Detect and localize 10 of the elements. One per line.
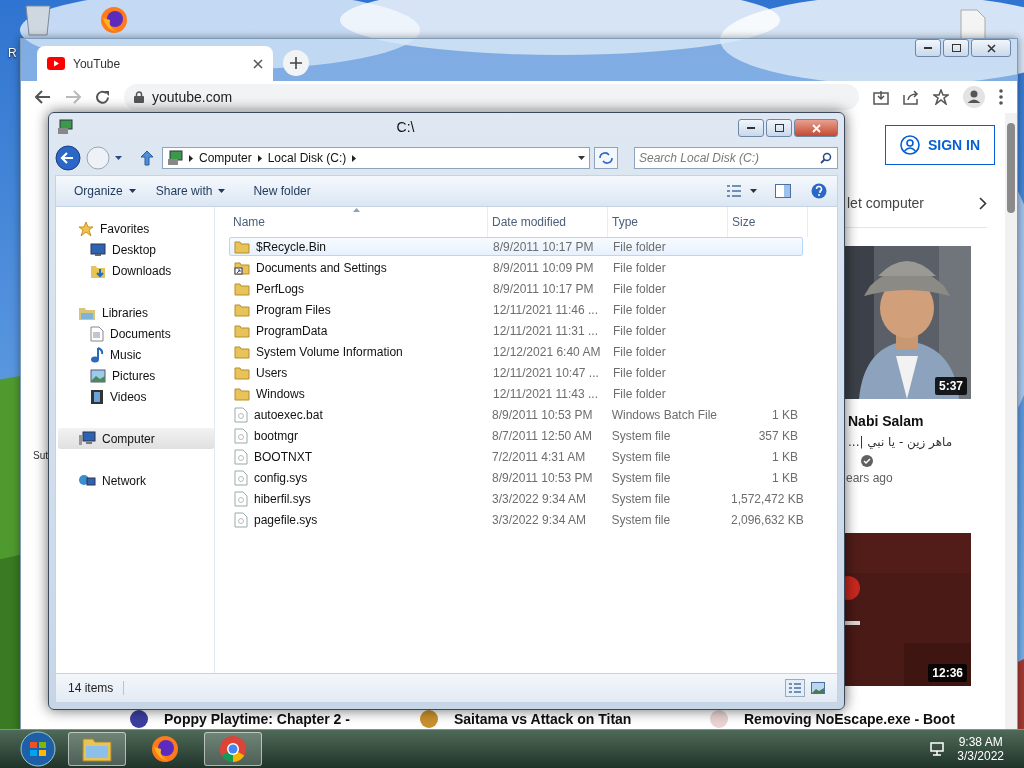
clock-time: 9:38 AM [958, 735, 1003, 749]
fox-globe-icon [151, 735, 179, 763]
start-button[interactable] [18, 731, 58, 767]
clock[interactable]: 9:38 AM 3/3/2022 [957, 735, 1004, 763]
taskbar-app-button[interactable] [204, 732, 262, 766]
clock-date: 3/3/2022 [957, 749, 1004, 763]
taskbar-app-button[interactable] [68, 732, 126, 766]
folder-icon [82, 736, 112, 762]
network-status-icon[interactable] [929, 741, 946, 757]
chrome-icon [219, 735, 247, 763]
